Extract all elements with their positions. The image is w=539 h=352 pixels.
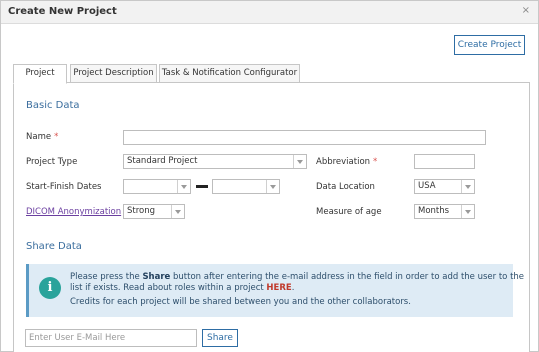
project-type-label: Project Type — [26, 157, 78, 167]
dialog-title: Create New Project — [8, 6, 117, 17]
required-mark: * — [373, 157, 378, 167]
project-type-value: Standard Project — [127, 156, 198, 166]
dicom-anonymization-select[interactable]: Strong — [123, 204, 185, 219]
finish-date-select[interactable] — [212, 179, 280, 194]
date-range-separator — [196, 185, 208, 188]
name-label-text: Name — [26, 132, 52, 142]
basic-data-title: Basic Data — [26, 100, 80, 111]
chevron-down-icon — [266, 180, 279, 193]
info-icon: i — [39, 277, 61, 299]
share-data-title: Share Data — [26, 241, 82, 252]
chevron-down-icon — [461, 180, 474, 193]
required-mark: * — [54, 132, 59, 142]
tab-project[interactable]: Project — [13, 64, 67, 84]
user-email-input[interactable]: Enter User E-Mail Here — [25, 329, 197, 347]
create-project-button[interactable]: Create Project — [454, 35, 525, 55]
measure-of-age-label: Measure of age — [316, 207, 382, 217]
roles-here-link[interactable]: HERE — [266, 283, 291, 293]
dicom-anonymization-value: Strong — [127, 206, 156, 216]
tab-task-notification-configurator[interactable]: Task & Notification Configurator — [159, 64, 300, 83]
info-line-2-prefix: list if exists. Read about roles within … — [70, 283, 267, 293]
name-label: Name * — [26, 132, 58, 142]
abbreviation-label-text: Abbreviation — [316, 157, 371, 167]
data-location-value: USA — [418, 181, 436, 191]
info-line-2: list if exists. Read about roles within … — [70, 283, 294, 293]
dialog-titlebar: Create New Project × — [1, 1, 538, 24]
chevron-down-icon — [177, 180, 190, 193]
info-line-2-suffix: . — [291, 283, 295, 293]
project-type-select[interactable]: Standard Project — [123, 154, 307, 169]
measure-of-age-value: Months — [418, 206, 450, 216]
chevron-down-icon — [461, 205, 474, 218]
share-button[interactable]: Share — [202, 329, 238, 347]
abbreviation-field[interactable] — [414, 154, 475, 169]
abbreviation-label: Abbreviation * — [316, 157, 377, 167]
tab-project-description[interactable]: Project Description — [70, 64, 157, 83]
data-location-select[interactable]: USA — [414, 179, 475, 194]
name-field[interactable] — [123, 130, 486, 145]
share-info-box: i Please press the Share button after en… — [26, 264, 524, 317]
chevron-down-icon — [293, 155, 306, 168]
measure-of-age-select[interactable]: Months — [414, 204, 475, 219]
info-line-1-prefix: Please press the — [70, 272, 143, 282]
start-date-select[interactable] — [123, 179, 191, 194]
chevron-down-icon — [171, 205, 184, 218]
info-line-1: Please press the Share button after ente… — [70, 272, 524, 282]
info-line-1-suffix: button after entering the e-mail address… — [170, 272, 525, 282]
info-share-bold: Share — [142, 272, 171, 282]
data-location-label: Data Location — [316, 182, 375, 192]
dates-label: Start-Finish Dates — [26, 182, 102, 192]
dicom-anonymization-link[interactable]: DICOM Anonymization — [26, 207, 121, 217]
close-icon[interactable]: × — [522, 5, 530, 16]
info-line-3: Credits for each project will be shared … — [70, 297, 411, 307]
